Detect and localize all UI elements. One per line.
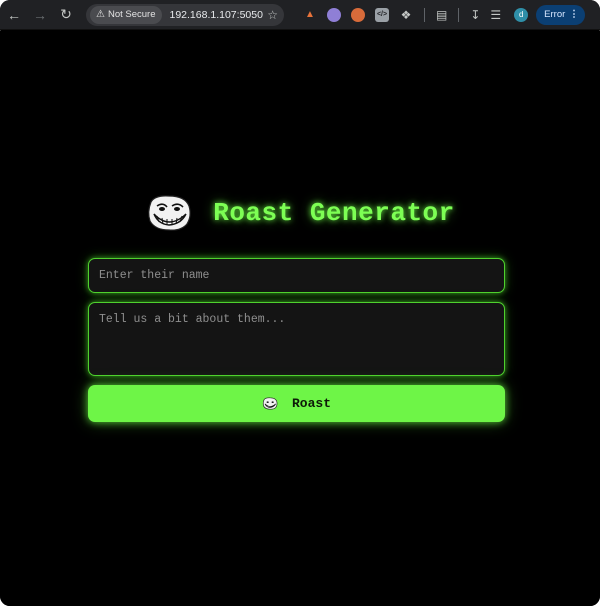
bookmark-star-icon[interactable]: ☆	[267, 8, 280, 22]
browser-toolbar: ← → ↻ ⚠ Not Secure 192.168.1.107:5050 ☆ …	[0, 0, 600, 30]
browser-window: ← → ↻ ⚠ Not Secure 192.168.1.107:5050 ☆ …	[0, 0, 600, 606]
security-indicator[interactable]: ⚠ Not Secure	[90, 5, 162, 24]
code-extension-icon[interactable]: </>	[375, 7, 389, 22]
toolbar-divider	[424, 7, 425, 22]
purple-extension-icon[interactable]	[327, 7, 341, 22]
url-text[interactable]: 192.168.1.107:5050	[170, 9, 263, 21]
media-queue-icon[interactable]: ☰	[490, 8, 501, 22]
kebab-menu-icon: ⋮	[569, 9, 579, 20]
name-input[interactable]: Enter their name	[88, 258, 505, 293]
page-title: Roast Generator	[213, 198, 455, 228]
name-placeholder: Enter their name	[99, 269, 210, 282]
orange-extension-icon[interactable]	[351, 7, 365, 22]
about-textarea[interactable]: Tell us a bit about them...	[88, 302, 505, 376]
header: Roast Generator	[0, 191, 600, 235]
roast-button-label: Roast	[291, 396, 331, 411]
profile-avatar[interactable]: d	[514, 7, 529, 22]
warning-icon: ⚠	[96, 9, 105, 20]
toolbar-divider	[458, 7, 460, 22]
reload-icon[interactable]: ↻	[54, 3, 78, 27]
download-icon[interactable]: ↧	[470, 8, 480, 22]
error-button[interactable]: Error ⋮	[536, 4, 585, 25]
error-label: Error	[544, 9, 566, 20]
troll-face-icon	[148, 195, 191, 231]
roast-button[interactable]: Roast	[88, 385, 505, 422]
back-arrow-icon[interactable]: ←	[2, 3, 26, 27]
tab-search-icon[interactable]: ▤	[436, 8, 447, 22]
page-content: Roast Generator Enter their name Tell us…	[0, 31, 600, 606]
address-bar[interactable]: ⚠ Not Secure 192.168.1.107:5050 ☆	[86, 3, 284, 26]
security-label: Not Secure	[107, 9, 156, 20]
troll-face-icon	[262, 397, 278, 410]
puzzle-icon[interactable]: ❖	[399, 8, 413, 22]
fox-extension-icon[interactable]: ▲	[303, 8, 317, 22]
extensions-area: ▲ </> ❖ ▤ ↧ ☰ d Error ⋮	[298, 4, 585, 25]
about-placeholder: Tell us a bit about them...	[99, 313, 286, 326]
forward-arrow-icon[interactable]: →	[28, 3, 52, 27]
